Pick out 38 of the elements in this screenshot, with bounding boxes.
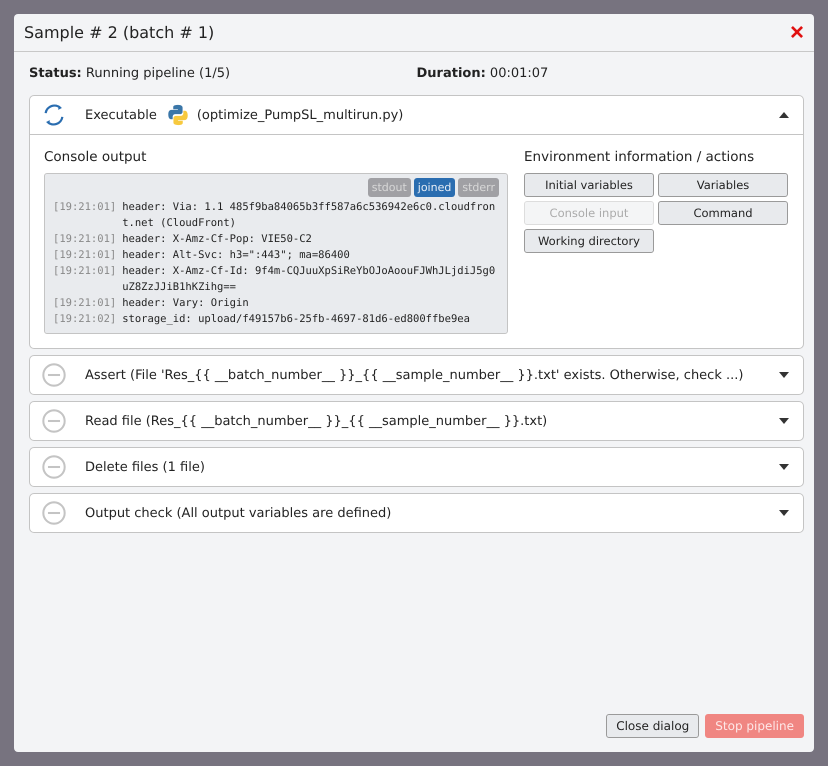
caret-up-icon[interactable] <box>779 112 789 118</box>
log-time: [19:21:01] <box>53 296 116 311</box>
log-time: [19:21:01] <box>53 264 116 279</box>
log-message: storage_id: upload/f49157b6-25fb-4697-81d6-ed800ffbe9ea <box>122 312 470 327</box>
log-time: [19:21:02] <box>53 312 116 327</box>
step-title: Output check (All output variables are defined) <box>85 506 392 520</box>
action-button[interactable]: Working directory <box>524 229 654 253</box>
step-title: Executable <box>85 108 157 122</box>
minus-circle-icon <box>41 500 67 526</box>
duration-text: Duration: 00:01:07 <box>416 66 550 81</box>
caret-down-icon[interactable] <box>779 510 789 516</box>
environment-heading: Environment information / actions <box>524 149 756 165</box>
minus-circle-icon <box>41 408 67 434</box>
log-time: [19:21:01] <box>53 232 116 247</box>
status-text: Status: Running pipeline (1/5) <box>29 66 232 81</box>
stream-tab[interactable]: joined <box>414 178 456 197</box>
console-heading: Console output <box>44 149 148 165</box>
step-file: (optimize_PumpSL_multirun.py) <box>196 108 404 122</box>
log-message: header: X-Amz-Cf-Pop: VIE50-C2 <box>122 232 312 247</box>
log-time: [19:21:01] <box>53 248 116 263</box>
close-button[interactable]: × <box>790 20 804 44</box>
caret-down-icon[interactable] <box>779 418 789 424</box>
dialog-title: Sample # 2 (batch # 1) <box>24 23 214 42</box>
caret-down-icon[interactable] <box>779 372 789 378</box>
log-message: header: Via: 1.1 485f9ba84065b3ff587a6c536942e6c0.cloudfront.net (CloudFront) <box>122 200 496 231</box>
step-title: Read file (Res_{{ __batch_number__ }}_{{ __sample_number__ }}.txt) <box>85 414 548 428</box>
action-button[interactable]: Command <box>658 201 788 225</box>
log-time: [19:21:01] <box>53 200 116 215</box>
minus-circle-icon <box>41 362 67 388</box>
step-title: Delete files (1 file) <box>85 460 205 474</box>
caret-down-icon[interactable] <box>779 464 789 470</box>
log-message: header: Vary: Origin <box>122 296 249 311</box>
action-button[interactable]: Initial variables <box>524 173 654 197</box>
close-dialog-button[interactable]: Close dialog <box>606 714 700 738</box>
minus-circle-icon <box>41 454 67 480</box>
step-title: Assert (File 'Res_{{ __batch_number__ }}_{{ __sample_number__ }}.txt' exists. Otherwise, check ...) <box>85 368 744 382</box>
log-message: header: Alt-Svc: h3=":443"; ma=86400 <box>122 248 350 263</box>
action-button[interactable]: Variables <box>658 173 788 197</box>
